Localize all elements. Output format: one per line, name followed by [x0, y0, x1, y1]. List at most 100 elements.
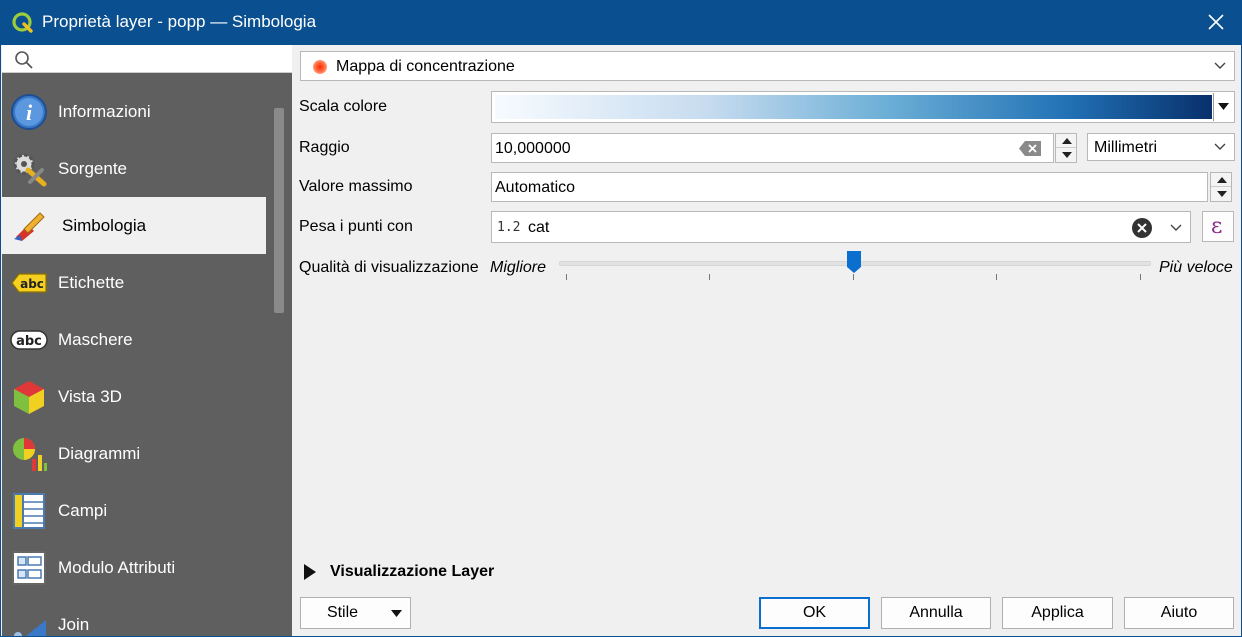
slider-tick	[996, 274, 997, 280]
title-bar: Proprietà layer - popp — Simbologia	[0, 0, 1242, 45]
symbology-brush-icon	[14, 212, 45, 241]
color-ramp-dropdown[interactable]	[1213, 93, 1233, 121]
style-button[interactable]: Stile	[300, 597, 411, 629]
max-value-label: Valore massimo	[299, 178, 413, 195]
radius-value: 10,000000	[495, 140, 571, 157]
slider-tick	[1140, 274, 1141, 280]
help-button-label: Aiuto	[1160, 604, 1198, 621]
masks-abc-icon: abc	[10, 330, 48, 350]
chevron-down-icon[interactable]	[1170, 224, 1182, 232]
max-value: Automatico	[495, 179, 576, 196]
search-input[interactable]	[42, 48, 282, 70]
svg-text:abc: abc	[16, 334, 42, 349]
sidebar-item-label: Modulo Attributi	[58, 558, 176, 577]
sidebar-item-label: Vista 3D	[58, 387, 122, 406]
sidebar-item-simbologia[interactable]: Simbologia	[2, 197, 266, 254]
caret-down-icon	[1218, 103, 1229, 110]
sidebar-item-label: Maschere	[58, 330, 133, 349]
ok-button-label: OK	[802, 604, 827, 621]
caret-up-icon	[1217, 176, 1227, 183]
sidebar-item-sorgente[interactable]: Sorgente	[2, 140, 266, 197]
sidebar-item-maschere[interactable]: abc Maschere	[2, 311, 266, 368]
radius-input[interactable]: 10,000000	[491, 133, 1054, 163]
ok-button[interactable]: OK	[759, 597, 870, 629]
caret-down-icon	[1062, 152, 1072, 158]
sidebar-item-label: Sorgente	[58, 159, 127, 178]
renderer-selected-label: Mappa di concentrazione	[336, 58, 515, 75]
sidebar-item-diagrammi[interactable]: Diagrammi	[2, 425, 266, 482]
join-icon	[14, 620, 46, 637]
slider-tick	[709, 274, 710, 280]
sidebar-item-label: Etichette	[58, 273, 125, 292]
chevron-down-icon	[1214, 62, 1226, 69]
weight-field-select[interactable]: 1.2 cat	[491, 211, 1191, 243]
labels-abc-icon: abc	[11, 273, 47, 293]
radius-label: Raggio	[299, 139, 350, 156]
sidebar-item-label: Join	[58, 615, 90, 634]
expression-button[interactable]: ε	[1202, 211, 1234, 242]
renderer-select[interactable]: Mappa di concentrazione	[300, 51, 1235, 81]
color-ramp-label: Scala colore	[299, 98, 388, 115]
decrement-button[interactable]	[1056, 148, 1076, 162]
apply-button-label: Applica	[1031, 604, 1084, 621]
cancel-button[interactable]: Annulla	[881, 597, 991, 629]
style-button-label: Stile	[326, 604, 359, 621]
max-value-input[interactable]: Automatico	[491, 172, 1208, 202]
sidebar-item-informazioni[interactable]: i Informazioni	[2, 83, 266, 140]
sidebar-item-modulo-attributi[interactable]: Modulo Attributi	[2, 539, 266, 596]
numeric-field-type-icon: 1.2	[497, 220, 521, 235]
quality-max-label: Più veloce	[1159, 259, 1233, 276]
sidebar-search	[2, 45, 292, 73]
expand-triangle-icon	[304, 564, 316, 580]
svg-text:abc: abc	[20, 277, 44, 291]
sidebar-item-join[interactable]: Join	[2, 596, 266, 637]
sidebar-item-label: Diagrammi	[58, 444, 141, 463]
help-button[interactable]: Aiuto	[1124, 597, 1234, 629]
epsilon-icon: ε	[1211, 214, 1223, 239]
radius-unit-select[interactable]: Millimetri	[1087, 133, 1235, 161]
sidebar-item-label: Campi	[58, 501, 108, 520]
cancel-button-label: Annulla	[909, 604, 963, 621]
sidebar-item-vista-3d[interactable]: Vista 3D	[2, 368, 266, 425]
info-icon: i	[11, 94, 47, 130]
apply-button[interactable]: Applica	[1002, 597, 1113, 629]
sidebar-item-campi[interactable]: Campi	[2, 482, 266, 539]
weight-label: Pesa i punti con	[299, 218, 413, 235]
svg-text:i: i	[26, 100, 33, 125]
max-value-stepper[interactable]	[1210, 172, 1232, 202]
sidebar-item-label: Simbologia	[62, 216, 147, 235]
radius-stepper[interactable]	[1055, 133, 1077, 163]
increment-button[interactable]	[1211, 173, 1231, 187]
qgis-logo-icon	[12, 12, 33, 33]
cube-3d-icon	[14, 381, 44, 414]
caret-down-icon	[391, 610, 402, 617]
weight-field-value: cat	[528, 219, 550, 236]
scrollbar-thumb[interactable]	[274, 108, 284, 313]
sidebar-nav: i Informazioni Sorgente Simbologia abc E…	[2, 83, 266, 637]
increment-button[interactable]	[1056, 134, 1076, 148]
sidebar-item-label: Informazioni	[58, 102, 151, 121]
slider-tick	[853, 274, 854, 280]
fields-icon	[13, 493, 45, 529]
decrement-button[interactable]	[1211, 187, 1231, 201]
heatmap-icon	[313, 60, 327, 74]
layer-rendering-group[interactable]: Visualizzazione Layer	[304, 563, 494, 581]
source-gear-icon	[13, 153, 47, 187]
clear-icon[interactable]	[1019, 141, 1041, 156]
clear-icon[interactable]	[1132, 218, 1152, 238]
chevron-down-icon	[1214, 143, 1226, 150]
search-icon	[15, 51, 33, 69]
caret-down-icon	[1217, 191, 1227, 197]
quality-min-label: Migliore	[490, 259, 547, 276]
radius-unit-value: Millimetri	[1094, 139, 1158, 156]
caret-up-icon	[1062, 137, 1072, 144]
layer-rendering-label: Visualizzazione Layer	[330, 563, 495, 580]
window-title: Proprietà layer - popp — Simbologia	[42, 12, 317, 31]
sidebar-item-etichette[interactable]: abc Etichette	[2, 254, 266, 311]
quality-slider-handle[interactable]	[847, 251, 861, 273]
close-icon[interactable]	[1204, 10, 1228, 34]
slider-tick	[566, 274, 567, 280]
color-ramp-button[interactable]	[491, 91, 1235, 123]
sidebar-scrollbar[interactable]	[266, 83, 292, 637]
quality-label: Qualità di visualizzazione	[299, 259, 479, 276]
